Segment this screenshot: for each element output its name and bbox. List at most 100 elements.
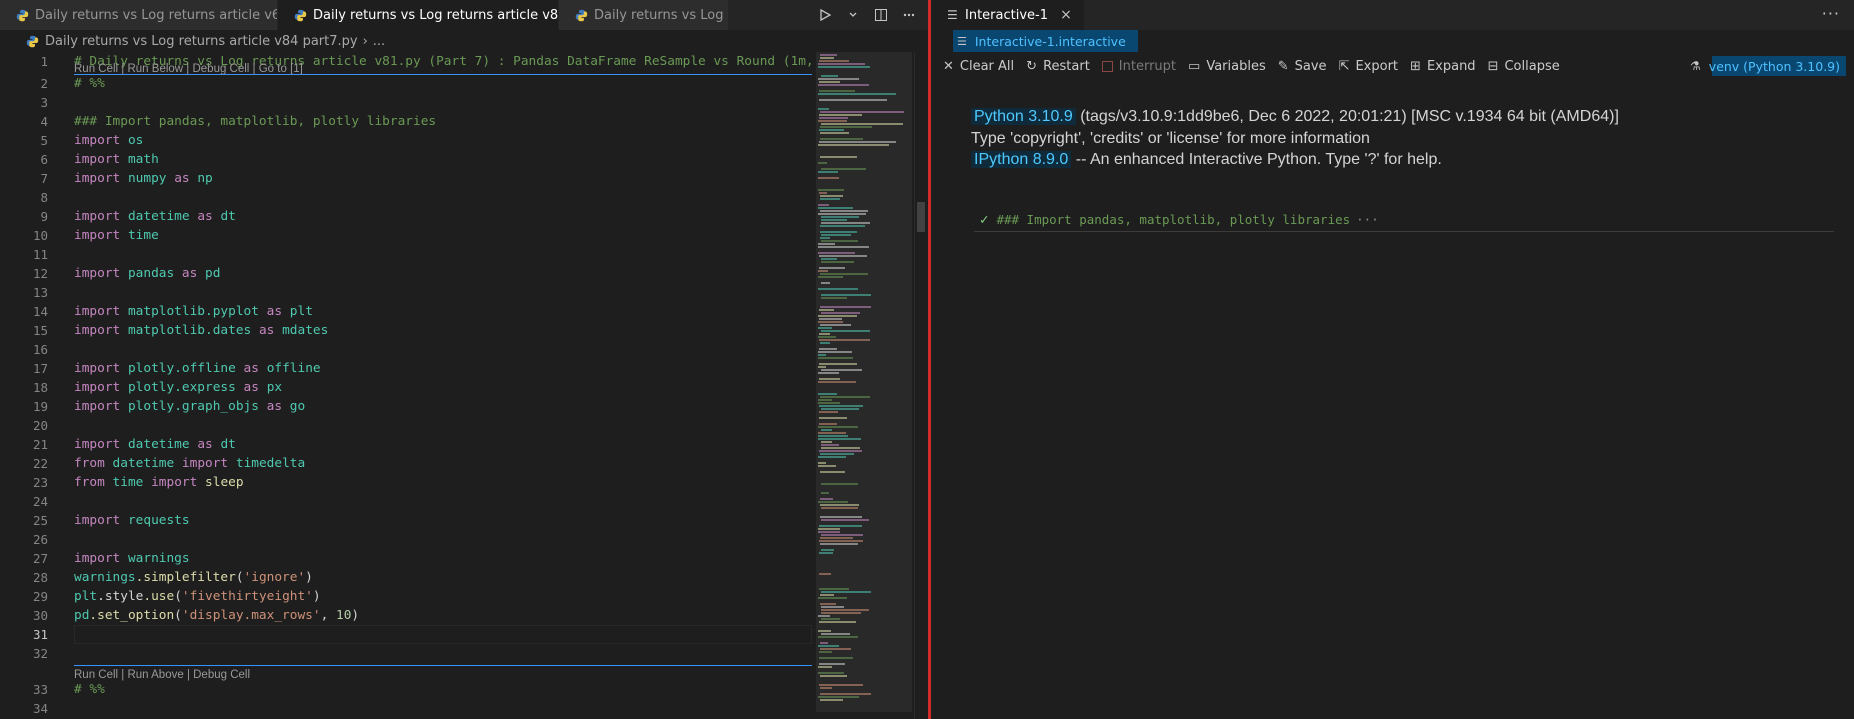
run-icon[interactable] (814, 4, 836, 26)
minimap-line (820, 54, 837, 56)
minimap-line (819, 663, 845, 665)
line-number: 21 (32, 437, 48, 452)
export-button[interactable]: ⇱ Export (1339, 59, 1398, 74)
minimap-line (820, 516, 862, 518)
code-line: 8 (0, 188, 812, 207)
close-icon[interactable]: × (1058, 7, 1074, 23)
editor-actions (814, 0, 928, 30)
minimap-line (820, 132, 849, 134)
code-line: 24 (0, 492, 812, 511)
minimap-line (818, 321, 843, 323)
collapse-button[interactable]: ⊟ Collapse (1488, 59, 1560, 74)
kernel-picker[interactable]: ⚗ venv (Python 3.10.9) (1690, 56, 1846, 76)
tab-interactive-1[interactable]: ☰ Interactive-1 × (931, 0, 1084, 30)
tab-part7[interactable]: Daily returns vs Log returns article v84… (278, 0, 559, 30)
minimap-line (819, 651, 832, 653)
minimap-line (820, 126, 872, 128)
minimap-line (821, 618, 840, 620)
kernel-icon: ⚗ (1690, 59, 1701, 73)
minimap-line (818, 276, 843, 278)
save-button[interactable]: ✎ Save (1278, 59, 1327, 74)
line-number: 13 (32, 285, 48, 300)
tab-label: Interactive-1 (965, 7, 1048, 23)
code-comment: # %% (74, 76, 105, 91)
minimap-line (819, 552, 833, 554)
line-number: 34 (32, 701, 48, 716)
minimap-line (819, 141, 896, 143)
minimap-line (821, 297, 847, 299)
minimap-line (818, 288, 858, 290)
minimap-line (821, 234, 851, 236)
python-file-icon (26, 35, 39, 47)
minimap-line (821, 294, 871, 296)
interrupt-button[interactable]: Interrupt (1101, 59, 1176, 74)
minimap-line (818, 381, 856, 383)
interactive-window: ☰ Interactive-1 × ··· ☰ Interactive-1.in… (931, 0, 1854, 719)
minimap-line (820, 603, 836, 605)
split-editor-icon[interactable] (870, 4, 892, 26)
minimap-line (821, 519, 869, 521)
minimap-line (820, 237, 830, 239)
line-number: 25 (32, 513, 48, 528)
more-actions-icon[interactable] (898, 4, 920, 26)
line-number: 18 (32, 380, 48, 395)
minimap-line (818, 246, 869, 248)
minimap-line (818, 672, 844, 674)
breadcrumb-rest[interactable]: ... (373, 34, 385, 49)
minimap-line (818, 696, 859, 698)
minimap-line (818, 615, 830, 617)
clear-all-icon: ✕ (943, 58, 954, 74)
minimap-line (821, 429, 832, 431)
minimap-line (818, 435, 848, 437)
minimap-line (818, 315, 857, 317)
minimap-line (818, 462, 826, 464)
minimap-line (818, 456, 846, 458)
tab-part5[interactable]: Daily returns vs Log returns article v62… (0, 0, 278, 30)
restart-button[interactable]: ↻ Restart (1026, 59, 1090, 74)
editor-scrollbar[interactable] (914, 52, 928, 719)
more-actions-icon[interactable]: ··· (1822, 4, 1840, 23)
executed-cell[interactable]: ✓ ### Import pandas, matplotlib, plotly … (974, 208, 1834, 232)
interactive-breadcrumb[interactable]: ☰ Interactive-1.interactive (953, 30, 1138, 52)
minimap-line (820, 138, 863, 140)
minimap-line (819, 267, 845, 269)
variables-button[interactable]: ▭ Variables (1188, 59, 1266, 74)
banner-line-3: IPython 8.9.0 -- An enhanced Interactive… (971, 149, 1619, 171)
chevron-down-icon[interactable] (842, 4, 864, 26)
minimap-line (818, 207, 853, 209)
minimap-line (821, 612, 861, 614)
minimap-line (819, 657, 853, 659)
line-number: 4 (40, 114, 48, 129)
line-number: 30 (32, 608, 48, 623)
minimap-line (818, 666, 832, 668)
scrollbar-thumb[interactable] (917, 202, 925, 232)
minimap-line (819, 348, 837, 350)
code-line: 33 # %% (0, 680, 812, 699)
expand-button[interactable]: ⊞ Expand (1410, 59, 1476, 74)
minimap-line (821, 261, 854, 263)
minimap-line (819, 339, 870, 341)
line-number: 1 (40, 54, 48, 69)
breadcrumb-file[interactable]: Daily returns vs Log returns article v84… (45, 34, 358, 49)
minimap-line (818, 465, 836, 467)
minimap-line (820, 306, 871, 308)
minimap[interactable] (816, 52, 912, 719)
line-number: 6 (40, 152, 48, 167)
minimap-line (820, 231, 857, 233)
code-line: 32 (0, 644, 812, 663)
code-editor[interactable]: 1 # Daily returns vs Log returns article … (0, 52, 812, 719)
minimap-line (821, 330, 870, 332)
tab-other[interactable]: Daily returns vs Log ret (559, 0, 729, 30)
line-number: 12 (32, 266, 48, 281)
collapse-icon: ⊟ (1487, 58, 1499, 74)
code-line: 29 plt.style.use('fivethirtyeight') (0, 587, 812, 606)
clear-all-button[interactable]: ✕ Clear All (943, 59, 1014, 74)
line-number: 19 (32, 399, 48, 414)
code-line: 34 (0, 699, 812, 718)
interrupt-icon (1101, 60, 1113, 72)
code-line: 25 import requests (0, 511, 812, 530)
minimap-line (821, 282, 830, 284)
tab-label: Daily returns vs Log ret (594, 7, 728, 23)
minimap-line (821, 75, 838, 77)
cell-expand-dots[interactable]: ··· (1356, 212, 1379, 227)
